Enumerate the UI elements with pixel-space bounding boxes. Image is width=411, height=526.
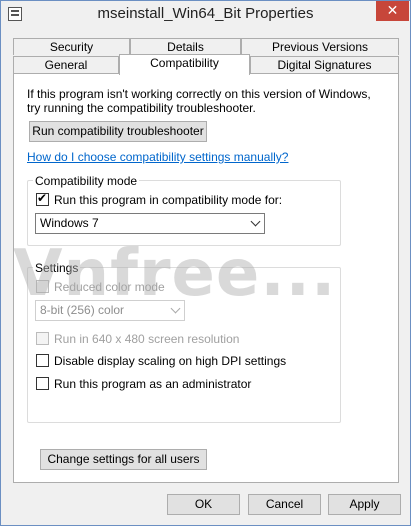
help-link[interactable]: How do I choose compatibility settings m…	[27, 150, 288, 164]
compatibility-mode-label: Compatibility mode	[33, 174, 140, 188]
color-depth-value: 8-bit (256) color	[40, 303, 125, 317]
tab-general[interactable]: General	[13, 56, 119, 73]
change-settings-all-users-button[interactable]: Change settings for all users	[40, 449, 207, 470]
tab-row-2: General Compatibility Digital Signatures	[13, 54, 399, 75]
resolution-640-checkbox[interactable]	[36, 332, 49, 345]
cancel-button[interactable]: Cancel	[248, 494, 321, 515]
tab-previous-versions[interactable]: Previous Versions	[241, 38, 399, 55]
disable-dpi-scaling-label: Disable display scaling on high DPI sett…	[54, 354, 287, 368]
compat-mode-select[interactable]: Windows 7	[35, 213, 265, 234]
properties-window: mseinstall_Win64_Bit Properties ✕ Securi…	[0, 0, 411, 526]
intro-text: If this program isn't working correctly …	[27, 87, 371, 115]
settings-label: Settings	[33, 261, 81, 275]
run-as-admin-label: Run this program as an administrator	[54, 377, 252, 391]
reduced-color-label: Reduced color mode	[54, 280, 165, 294]
tab-security[interactable]: Security	[13, 38, 130, 55]
compat-mode-label: Run this program in compatibility mode f…	[54, 193, 283, 207]
settings-group: Settings Reduced color mode 8-bit (256) …	[27, 261, 341, 423]
title-bar: mseinstall_Win64_Bit Properties ✕	[1, 1, 410, 29]
ok-button[interactable]: OK	[167, 494, 240, 515]
compatibility-panel: If this program isn't working correctly …	[13, 73, 399, 483]
resolution-640-label: Run in 640 x 480 screen resolution	[54, 332, 240, 346]
tab-compatibility[interactable]: Compatibility	[119, 54, 250, 75]
close-button[interactable]: ✕	[376, 1, 409, 21]
tab-details[interactable]: Details	[130, 38, 241, 55]
run-as-admin-checkbox[interactable]	[36, 377, 49, 390]
tab-digital-signatures[interactable]: Digital Signatures	[250, 56, 399, 73]
disable-dpi-scaling-checkbox[interactable]	[36, 354, 49, 367]
apply-button[interactable]: Apply	[328, 494, 401, 515]
tab-row-1: Security Details Previous Versions	[13, 38, 399, 55]
compat-mode-checkbox[interactable]	[36, 191, 49, 206]
window-title: mseinstall_Win64_Bit Properties	[97, 5, 314, 22]
chevron-down-icon	[250, 216, 261, 227]
compatibility-mode-group: Compatibility mode Run this program in c…	[27, 174, 341, 246]
run-troubleshooter-button[interactable]: Run compatibility troubleshooter	[29, 121, 207, 142]
chevron-down-icon	[170, 303, 181, 314]
compat-mode-value: Windows 7	[40, 216, 99, 230]
color-depth-select[interactable]: 8-bit (256) color	[35, 300, 185, 321]
reduced-color-checkbox[interactable]	[36, 280, 49, 293]
